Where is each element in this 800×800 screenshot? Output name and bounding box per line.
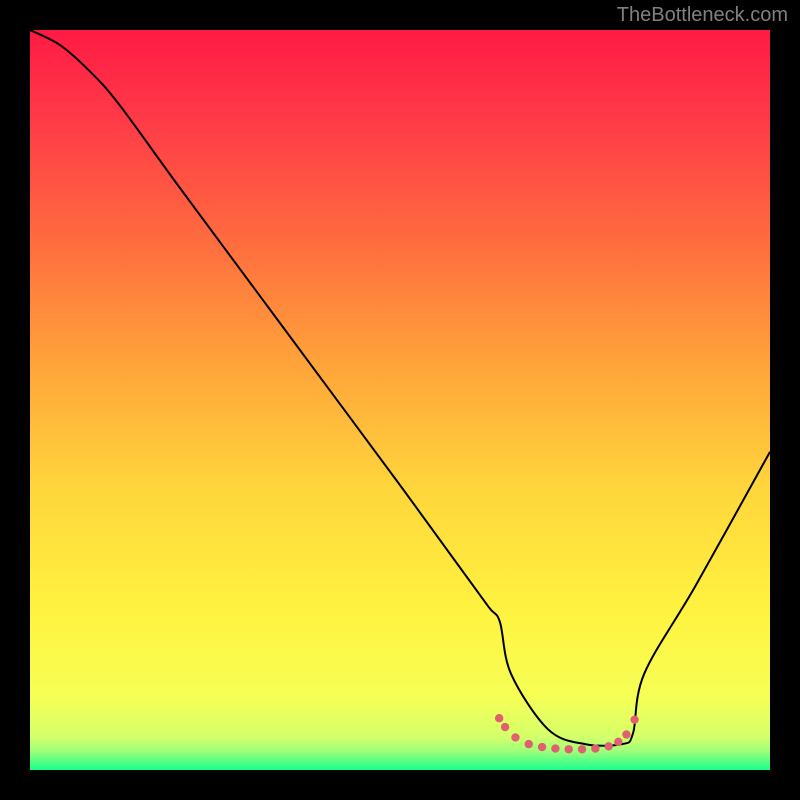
marker-dot (551, 744, 559, 752)
chart-background (30, 30, 770, 770)
watermark-text: TheBottleneck.com (617, 4, 788, 27)
marker-dot (622, 730, 630, 738)
chart-svg (30, 30, 770, 770)
marker-dot (525, 740, 533, 748)
marker-dot (538, 743, 546, 751)
marker-dot (614, 738, 622, 746)
marker-dot (511, 733, 519, 741)
marker-dot (495, 714, 503, 722)
marker-dot (501, 723, 509, 731)
marker-dot (578, 745, 586, 753)
chart-plot-area (30, 30, 770, 770)
marker-dot (591, 744, 599, 752)
marker-dot (604, 742, 612, 750)
marker-dot (630, 715, 638, 723)
marker-dot (565, 745, 573, 753)
